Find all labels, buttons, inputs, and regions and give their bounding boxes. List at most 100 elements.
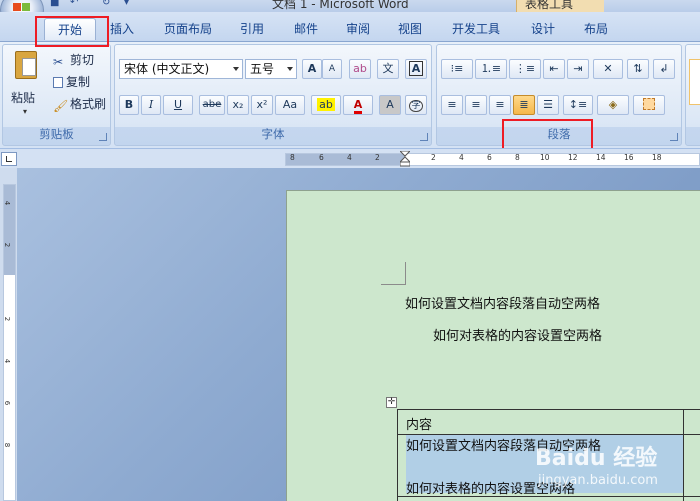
document-paragraph-2[interactable]: 如何对表格的内容设置空两格 — [433, 325, 602, 344]
font-name-select[interactable]: 宋体 (中文正文) — [119, 59, 243, 79]
tab-view[interactable]: 视图 — [388, 18, 432, 40]
clipboard-icon — [15, 51, 37, 79]
redo-icon[interactable]: ↻ — [102, 0, 116, 9]
brush-icon: 🖌 — [53, 99, 69, 113]
ruler-tick-label: 8 — [515, 153, 520, 162]
chinese-layout-icon: ✕ — [603, 62, 613, 75]
ruler-tick-label: 10 — [540, 153, 550, 162]
table-cell-header[interactable]: 内容 — [406, 414, 432, 433]
ruler-tick-label: 2 — [431, 153, 436, 162]
undo-icon[interactable]: ↶ — [70, 0, 84, 9]
horizontal-ruler[interactable]: 8 6 4 2 2 4 6 8 10 12 14 16 18 — [285, 151, 700, 167]
align-center-icon: ≡ — [471, 98, 481, 111]
format-painter-button[interactable]: 🖌 格式刷 — [53, 95, 107, 113]
tab-page-layout[interactable]: 页面布局 — [156, 18, 220, 40]
align-right-button[interactable]: ≡ — [489, 95, 511, 115]
tab-mailings[interactable]: 邮件 — [284, 18, 328, 40]
highlight-box-home-tab — [35, 16, 109, 47]
group-clipboard: 粘贴 ▾ ✂ 剪切 复制 🖌 格式刷 剪贴板 — [2, 44, 111, 146]
subscript-button[interactable]: x₂ — [227, 95, 249, 115]
line-spacing-button[interactable]: ↕≡ — [563, 95, 593, 115]
bold-button[interactable]: B — [119, 95, 139, 115]
table-move-handle-icon[interactable]: ✛ — [386, 397, 397, 408]
align-left-icon: ≡ — [447, 98, 457, 111]
chevron-down-icon — [233, 67, 239, 71]
align-center-button[interactable]: ≡ — [465, 95, 487, 115]
borders-button[interactable] — [633, 95, 665, 115]
paragraph-launcher-icon[interactable] — [670, 133, 678, 141]
indent-marker-icon[interactable] — [400, 151, 410, 167]
change-case-button[interactable]: Aa — [275, 95, 305, 115]
grow-font-icon: A — [307, 62, 317, 75]
ruler-tick-label: 16 — [624, 153, 634, 162]
font-size-value: 五号 — [250, 62, 275, 76]
ruler-tick-label: 4 — [3, 200, 12, 206]
multilevel-list-button[interactable]: ⋮≡ — [509, 59, 541, 79]
char-border-button[interactable]: A — [405, 59, 427, 79]
tab-selector[interactable] — [1, 152, 17, 166]
window-title: 文档 1 - Microsoft Word — [272, 0, 409, 11]
enclose-char-button[interactable]: 字 — [405, 95, 427, 115]
clear-formatting-button[interactable]: ab — [349, 59, 371, 79]
cut-button[interactable]: ✂ 剪切 — [53, 51, 95, 69]
copy-label: 复制 — [66, 75, 91, 89]
font-color-button[interactable]: A — [343, 95, 373, 115]
clipboard-launcher-icon[interactable] — [99, 133, 107, 141]
tab-references[interactable]: 引用 — [230, 18, 274, 40]
justify-button[interactable]: ≣ — [513, 95, 535, 115]
show-marks-button[interactable]: ↲ — [653, 59, 675, 79]
clipboard-group-label: 剪贴板 — [39, 127, 74, 141]
strikethrough-icon: abe — [202, 99, 222, 110]
italic-button[interactable]: I — [141, 95, 161, 115]
ruler-tick-label: 2 — [375, 153, 380, 162]
char-shading-icon: A — [386, 98, 394, 111]
line-spacing-icon: ↕≡ — [568, 98, 588, 111]
increase-indent-button[interactable]: ⇥ — [567, 59, 589, 79]
quick-access-toolbar: ■ ↶ ↻ ▾ — [46, 0, 146, 11]
tab-developer[interactable]: 开发工具 — [444, 18, 508, 40]
tab-layout[interactable]: 布局 — [574, 18, 618, 40]
shading-button[interactable]: ◈ — [597, 95, 629, 115]
numbering-icon: ⒈≡ — [480, 62, 502, 75]
underline-button[interactable]: U — [163, 95, 193, 115]
cut-label: 剪切 — [70, 53, 95, 67]
document-paragraph-1[interactable]: 如何设置文档内容段落自动空两格 — [405, 293, 600, 312]
font-name-value: 宋体 (中文正文) — [124, 62, 210, 76]
tab-design[interactable]: 设计 — [521, 18, 565, 40]
decrease-indent-button[interactable]: ⇤ — [543, 59, 565, 79]
font-size-select[interactable]: 五号 — [245, 59, 297, 79]
ruler-tick-label: 8 — [290, 153, 295, 162]
copy-icon — [53, 77, 63, 88]
save-icon[interactable]: ■ — [50, 0, 64, 9]
strikethrough-button[interactable]: abe — [199, 95, 225, 115]
align-left-button[interactable]: ≡ — [441, 95, 463, 115]
sort-button[interactable]: ⇅ — [627, 59, 649, 79]
numbering-button[interactable]: ⒈≡ — [475, 59, 507, 79]
paragraph-mark-icon: ↲ — [659, 62, 669, 75]
change-case-icon: Aa — [282, 98, 298, 111]
highlight-button[interactable]: ab — [311, 95, 341, 115]
font-group-label: 字体 — [261, 127, 285, 141]
bullets-icon: ⁝≡ — [450, 62, 464, 75]
chinese-layout-button[interactable]: ✕ — [593, 59, 623, 79]
ruler-margin — [4, 185, 15, 275]
ruler-row: 8 6 4 2 2 4 6 8 10 12 14 16 18 — [0, 148, 700, 168]
tab-review[interactable]: 审阅 — [336, 18, 380, 40]
vertical-ruler[interactable]: 4 2 2 4 6 8 — [3, 184, 16, 501]
qat-dropdown-icon[interactable]: ▾ — [124, 0, 138, 9]
distributed-icon: ☰ — [543, 98, 553, 111]
phonetic-icon: 文 — [382, 62, 394, 75]
superscript-button[interactable]: x² — [251, 95, 273, 115]
distributed-button[interactable]: ☰ — [537, 95, 559, 115]
copy-button[interactable]: 复制 — [53, 73, 90, 90]
char-shading-button[interactable]: A — [379, 95, 401, 115]
format-painter-label: 格式刷 — [70, 97, 107, 111]
paste-button[interactable]: 粘贴 ▾ — [9, 49, 45, 121]
grow-font-button[interactable]: A — [302, 59, 322, 79]
shrink-font-button[interactable]: A — [322, 59, 342, 79]
italic-icon: I — [148, 98, 154, 111]
style-gallery-item[interactable] — [689, 59, 700, 105]
bullets-button[interactable]: ⁝≡ — [441, 59, 473, 79]
font-launcher-icon[interactable] — [420, 133, 428, 141]
phonetic-guide-button[interactable]: 文 — [377, 59, 399, 79]
